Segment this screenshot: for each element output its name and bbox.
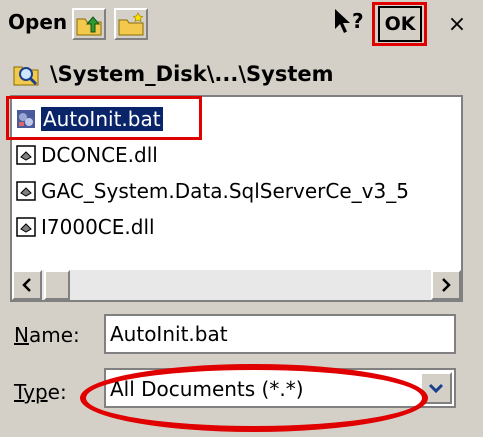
folder-search-icon — [13, 66, 39, 86]
up-folder-icon — [76, 16, 102, 36]
file-name: DCONCE.dll — [41, 143, 158, 167]
dll-file-icon — [16, 145, 36, 165]
file-item-gac-system[interactable]: GAC_System.Data.SqlServerCe_v3_5 — [15, 175, 409, 207]
scroll-thumb[interactable] — [44, 270, 70, 300]
dll-file-icon — [16, 217, 36, 237]
type-label: Type: — [14, 380, 67, 404]
type-select[interactable]: All Documents (*.*) — [104, 368, 456, 408]
type-selected-value: All Documents (*.*) — [110, 377, 304, 401]
title-bar: Open ? OK × — [0, 0, 483, 50]
name-label: Name: — [14, 323, 80, 347]
horizontal-scrollbar[interactable] — [12, 270, 461, 300]
name-field[interactable] — [104, 314, 456, 354]
file-item-dconce[interactable]: DCONCE.dll — [15, 139, 158, 171]
type-dropdown-button[interactable] — [420, 372, 452, 404]
ok-highlight-box — [372, 2, 427, 46]
chevron-down-icon — [428, 383, 444, 394]
file-name: GAC_System.Data.SqlServerCe_v3_5 — [41, 179, 409, 203]
dll-file-icon — [16, 181, 36, 201]
close-button[interactable]: × — [438, 6, 476, 42]
scroll-left-button[interactable] — [12, 270, 42, 300]
help-button[interactable]: ? — [330, 6, 370, 38]
new-folder-button[interactable] — [114, 8, 148, 40]
chevron-right-icon — [442, 278, 451, 292]
up-folder-button[interactable] — [72, 8, 106, 40]
file-item-i7000ce[interactable]: I7000CE.dll — [15, 211, 155, 243]
svg-text:?: ? — [352, 9, 364, 33]
current-path: \System_Disk\...\System — [50, 62, 334, 86]
file-name: I7000CE.dll — [41, 215, 155, 239]
dialog-title: Open — [8, 10, 68, 34]
path-bar: \System_Disk\...\System — [0, 52, 483, 97]
help-pointer-icon: ? — [335, 9, 364, 33]
new-folder-icon — [118, 12, 144, 36]
selection-highlight-box — [6, 96, 202, 140]
scroll-right-button[interactable] — [431, 270, 461, 300]
chevron-left-icon — [22, 278, 31, 292]
